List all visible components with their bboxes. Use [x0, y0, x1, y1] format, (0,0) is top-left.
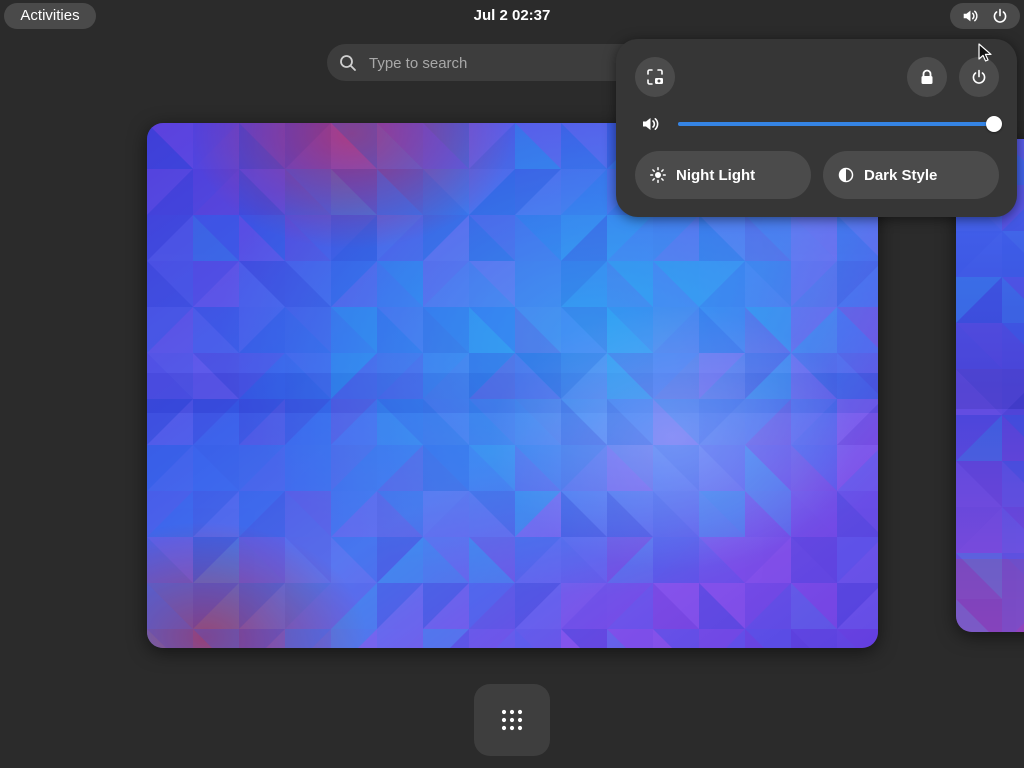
power-icon [993, 8, 1007, 23]
clock[interactable]: Jul 2 02:37 [432, 3, 592, 29]
screenshot-icon [647, 69, 663, 85]
night-light-toggle[interactable]: Night Light [635, 151, 811, 199]
dark-style-icon [838, 167, 854, 183]
activities-button[interactable]: Activities [4, 3, 96, 29]
quick-settings-menu: Night Light Dark Style [616, 39, 1017, 217]
dark-style-label: Dark Style [864, 166, 938, 184]
mouse-pointer-icon [978, 43, 992, 62]
screenshot-button[interactable] [635, 57, 675, 97]
search-icon [340, 55, 356, 71]
dark-style-toggle[interactable]: Dark Style [823, 151, 999, 199]
volume-slider[interactable] [678, 113, 1002, 135]
system-status-area[interactable] [950, 3, 1020, 29]
volume-slider-fill [678, 122, 994, 126]
power-off-button[interactable] [959, 57, 999, 97]
night-light-icon [650, 167, 666, 183]
desktop-overview: Activities Jul 2 02:37 Type to search Ni… [0, 0, 1024, 768]
volume-icon[interactable] [640, 114, 660, 134]
volume-icon [963, 10, 978, 22]
lock-icon [921, 69, 933, 84]
app-grid-icon [501, 709, 523, 731]
volume-slider-handle[interactable] [986, 116, 1002, 132]
lock-screen-button[interactable] [907, 57, 947, 97]
power-icon [972, 69, 986, 84]
top-bar: Activities Jul 2 02:37 [0, 0, 1024, 32]
night-light-label: Night Light [676, 166, 756, 184]
show-apps-button[interactable] [474, 684, 550, 756]
